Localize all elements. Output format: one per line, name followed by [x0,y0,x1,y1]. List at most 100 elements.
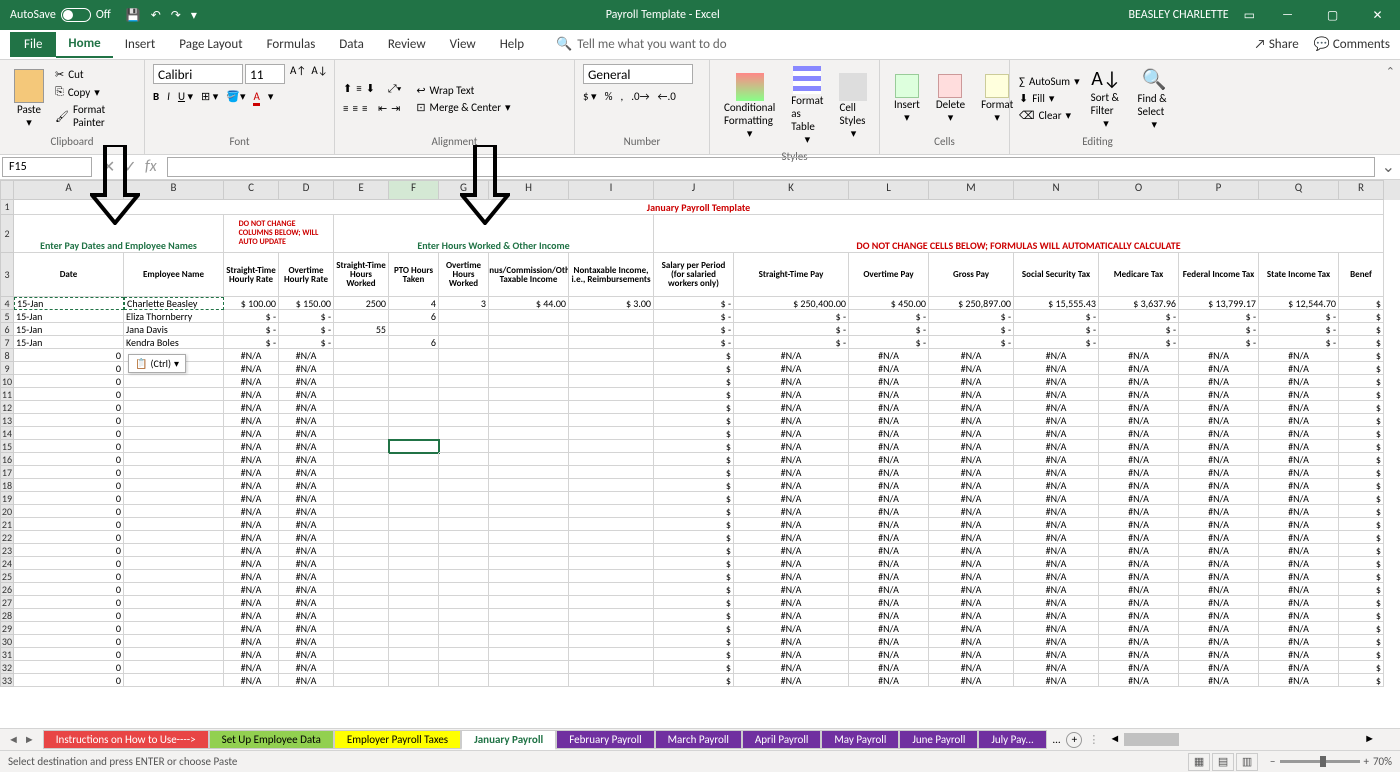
cell[interactable]: $ - [279,323,334,336]
zoom-out-button[interactable]: − [1270,755,1275,768]
cell[interactable]: #N/A [929,674,1014,687]
cell[interactable]: 55 [334,323,389,336]
cell[interactable] [334,401,389,414]
cell[interactable] [389,466,439,479]
cell[interactable]: #N/A [279,583,334,596]
cell[interactable]: #N/A [224,362,279,375]
cell[interactable]: #N/A [1014,570,1099,583]
sheet-title-cell[interactable]: January Payroll Template [14,200,1384,215]
cell[interactable]: 0 [14,674,124,687]
col-header-K[interactable]: K [734,180,849,200]
save-icon[interactable]: 💾 [126,8,141,23]
col-header-M[interactable]: M [929,180,1014,200]
cell[interactable]: #N/A [1259,635,1339,648]
cell[interactable] [334,544,389,557]
cell[interactable] [334,427,389,440]
cell[interactable]: #N/A [734,544,849,557]
cell[interactable]: #N/A [1099,401,1179,414]
column-label[interactable]: Social Security Tax [1014,253,1099,297]
cell[interactable]: #N/A [1014,349,1099,362]
tab-file[interactable]: File [10,32,56,57]
column-label[interactable]: Medicare Tax [1099,253,1179,297]
cell[interactable]: 0 [14,648,124,661]
column-label[interactable]: Date [14,253,124,297]
autosum-button[interactable]: ∑ AutoSum ▾ [1018,74,1081,89]
cell[interactable] [489,401,569,414]
cell[interactable]: #N/A [929,531,1014,544]
cell[interactable]: 0 [14,544,124,557]
tab-home[interactable]: Home [56,31,112,58]
cell[interactable]: 0 [14,622,124,635]
cell[interactable]: 0 [14,401,124,414]
cell[interactable] [389,362,439,375]
cell[interactable]: #N/A [1259,648,1339,661]
cell[interactable]: $ - [1099,323,1179,336]
cell[interactable] [389,414,439,427]
row-header[interactable]: 19 [0,492,14,505]
tab-formulas[interactable]: Formulas [255,32,328,57]
increase-font-icon[interactable]: A↑ [290,64,306,84]
cell[interactable]: #N/A [1014,544,1099,557]
cell[interactable]: #N/A [929,414,1014,427]
sheet-tab-april[interactable]: April Payroll [742,730,822,749]
cell[interactable] [569,336,654,349]
cell[interactable]: $ [654,531,734,544]
cell[interactable]: #N/A [1179,635,1259,648]
cell[interactable]: $ [1339,297,1384,310]
cell[interactable] [569,505,654,518]
maximize-button[interactable]: ▢ [1310,0,1355,30]
cell[interactable]: #N/A [1179,518,1259,531]
cell[interactable]: $ - [929,310,1014,323]
cell[interactable]: $ [654,518,734,531]
cell[interactable] [389,349,439,362]
cell[interactable]: #N/A [1259,440,1339,453]
cell[interactable]: #N/A [279,349,334,362]
cell[interactable]: $ [1339,583,1384,596]
cell[interactable] [489,518,569,531]
cell[interactable]: #N/A [849,453,929,466]
tab-view[interactable]: View [438,32,488,57]
row-header[interactable]: 27 [0,596,14,609]
cell[interactable]: $ [654,414,734,427]
cell[interactable] [334,466,389,479]
cell[interactable]: #N/A [849,635,929,648]
cell[interactable]: $ [1339,466,1384,479]
cell[interactable] [124,648,224,661]
cell[interactable]: #N/A [279,661,334,674]
border-button[interactable]: ⊞ ▾ [201,90,218,106]
cell[interactable]: #N/A [1179,375,1259,388]
cell[interactable]: 0 [14,349,124,362]
col-header-C[interactable]: C [224,180,279,200]
underline-button[interactable]: U ▾ [178,90,193,106]
cell[interactable] [569,479,654,492]
cell[interactable]: #N/A [734,596,849,609]
cell[interactable]: $ [1339,609,1384,622]
cell[interactable]: $ [1339,661,1384,674]
cell[interactable] [439,570,489,583]
row-header[interactable]: 7 [0,336,14,349]
cell[interactable]: $ - [1099,336,1179,349]
cell[interactable] [389,375,439,388]
cell[interactable] [334,349,389,362]
cell[interactable] [124,453,224,466]
cell[interactable]: $ [654,570,734,583]
cell[interactable]: #N/A [929,453,1014,466]
cell[interactable]: #N/A [1099,518,1179,531]
cell[interactable]: #N/A [279,401,334,414]
cell[interactable]: #N/A [1014,635,1099,648]
cell[interactable]: $ - [734,336,849,349]
cell[interactable]: 6 [389,336,439,349]
cell[interactable]: $ [1339,505,1384,518]
row-header[interactable]: 2 [0,215,14,253]
cell[interactable] [489,661,569,674]
cell[interactable]: $ - [224,310,279,323]
cell[interactable]: 2500 [334,297,389,310]
cell[interactable]: #N/A [734,492,849,505]
number-format-dropdown[interactable] [583,64,693,84]
scroll-right-icon[interactable]: ► [1364,732,1375,745]
cell[interactable]: $ [654,453,734,466]
cell[interactable]: Eliza Thornberry [124,310,224,323]
cell[interactable]: #N/A [1099,427,1179,440]
row-header[interactable]: 29 [0,622,14,635]
cell[interactable] [489,362,569,375]
